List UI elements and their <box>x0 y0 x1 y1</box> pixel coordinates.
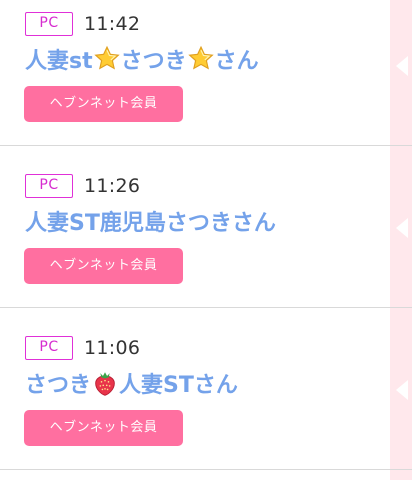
heaven-net-member-button[interactable]: ヘブンネット会員 <box>24 86 183 122</box>
side-rail <box>390 0 412 480</box>
entry-meta: PC 11:06 <box>25 336 140 360</box>
visit-time: 11:42 <box>84 13 141 35</box>
side-divider <box>390 145 412 146</box>
entry-meta: PC 11:26 <box>25 174 140 198</box>
heaven-net-member-button[interactable]: ヘブンネット会員 <box>24 410 183 446</box>
chevron-left-icon[interactable] <box>396 380 408 400</box>
entry-meta: PC 11:42 <box>25 12 140 36</box>
visitor-name-text: 人妻st <box>25 49 93 74</box>
list-item[interactable]: PC 11:06 さつき 人妻STさん ヘブンネット会員 <box>0 308 390 470</box>
device-badge: PC <box>25 336 73 360</box>
device-badge: PC <box>25 12 73 36</box>
list-item[interactable]: PC 11:42 人妻st さつき さん ヘブンネット会員 <box>0 0 390 146</box>
device-badge: PC <box>25 174 73 198</box>
visitor-name[interactable]: さつき 人妻STさん <box>25 366 238 400</box>
visitor-list: PC 11:42 人妻st さつき さん ヘブンネット会員 PC 11:26 人… <box>0 0 390 480</box>
heaven-net-member-button[interactable]: ヘブンネット会員 <box>24 248 183 284</box>
visitor-name-text: さん <box>214 49 259 74</box>
side-divider <box>390 307 412 308</box>
visitor-name-text: さつき <box>120 49 187 74</box>
strawberry-icon <box>91 369 119 397</box>
star-icon <box>187 45 215 73</box>
visitor-name-text: 人妻ST鹿児島さつきさん <box>25 211 276 236</box>
visitor-name[interactable]: 人妻st さつき さん <box>25 42 259 76</box>
side-divider <box>390 469 412 470</box>
access-history-page: PC 11:42 人妻st さつき さん ヘブンネット会員 PC 11:26 人… <box>0 0 412 480</box>
star-icon <box>93 45 121 73</box>
visit-time: 11:26 <box>84 175 141 197</box>
list-item[interactable]: PC 11:26 人妻ST鹿児島さつきさん ヘブンネット会員 <box>0 146 390 308</box>
visitor-name[interactable]: 人妻ST鹿児島さつきさん <box>25 204 276 238</box>
chevron-left-icon[interactable] <box>396 218 408 238</box>
visitor-name-text: さつき <box>25 373 92 398</box>
chevron-left-icon[interactable] <box>396 56 408 76</box>
visit-time: 11:06 <box>84 337 141 359</box>
visitor-name-text: 人妻STさん <box>119 373 238 398</box>
